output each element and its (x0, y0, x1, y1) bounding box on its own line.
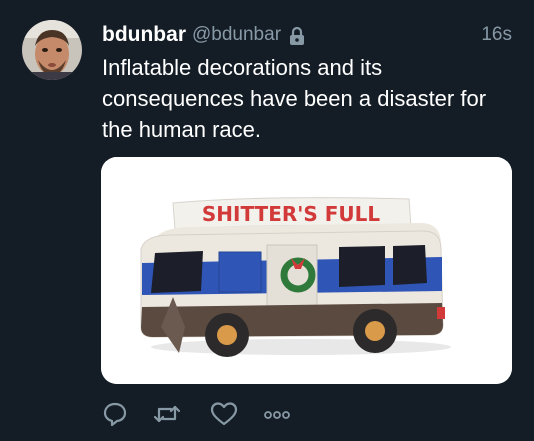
action-bar (102, 399, 302, 429)
reply-icon (103, 402, 127, 427)
like-button[interactable] (210, 399, 238, 429)
heart-icon (210, 402, 238, 426)
avatar-image (22, 20, 82, 80)
reply-button[interactable] (102, 399, 128, 429)
tweet-text: Inflatable decorations and its consequen… (102, 55, 487, 142)
avatar[interactable] (22, 20, 82, 80)
lock-icon (289, 26, 305, 46)
timestamp[interactable]: 16s (481, 24, 512, 46)
tweet-header: bdunbar @bdunbar (102, 21, 305, 49)
retweet-icon (153, 405, 181, 423)
inflatable-rv-image: SHITTER'S FULL (101, 157, 512, 384)
tweet-card[interactable]: bdunbar @bdunbar 16s Inflatable decorati… (0, 0, 534, 441)
sign-text: SHITTER'S FULL (202, 202, 381, 226)
more-button[interactable] (263, 399, 291, 429)
user-handle[interactable]: @bdunbar (192, 24, 281, 46)
retweet-button[interactable] (153, 399, 181, 429)
more-icon (264, 411, 290, 419)
display-name[interactable]: bdunbar (102, 23, 186, 47)
media-image[interactable]: SHITTER'S FULL (101, 157, 512, 384)
